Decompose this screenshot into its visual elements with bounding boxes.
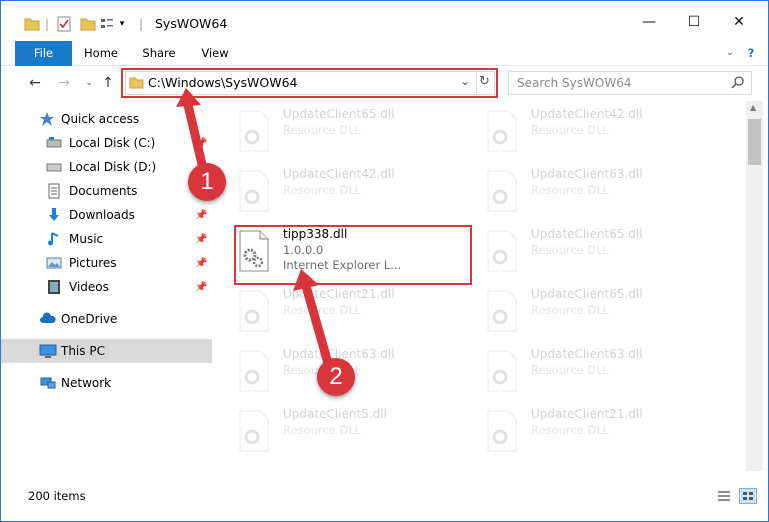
annotation-arrows [176,88,333,368]
explorer-window: | ▾ | SysWOW64 — ☐ ✕ File Home Share Vie… [0,0,769,522]
callout-2-badge: 2 [317,358,355,396]
callout-1-badge: 1 [188,163,226,201]
